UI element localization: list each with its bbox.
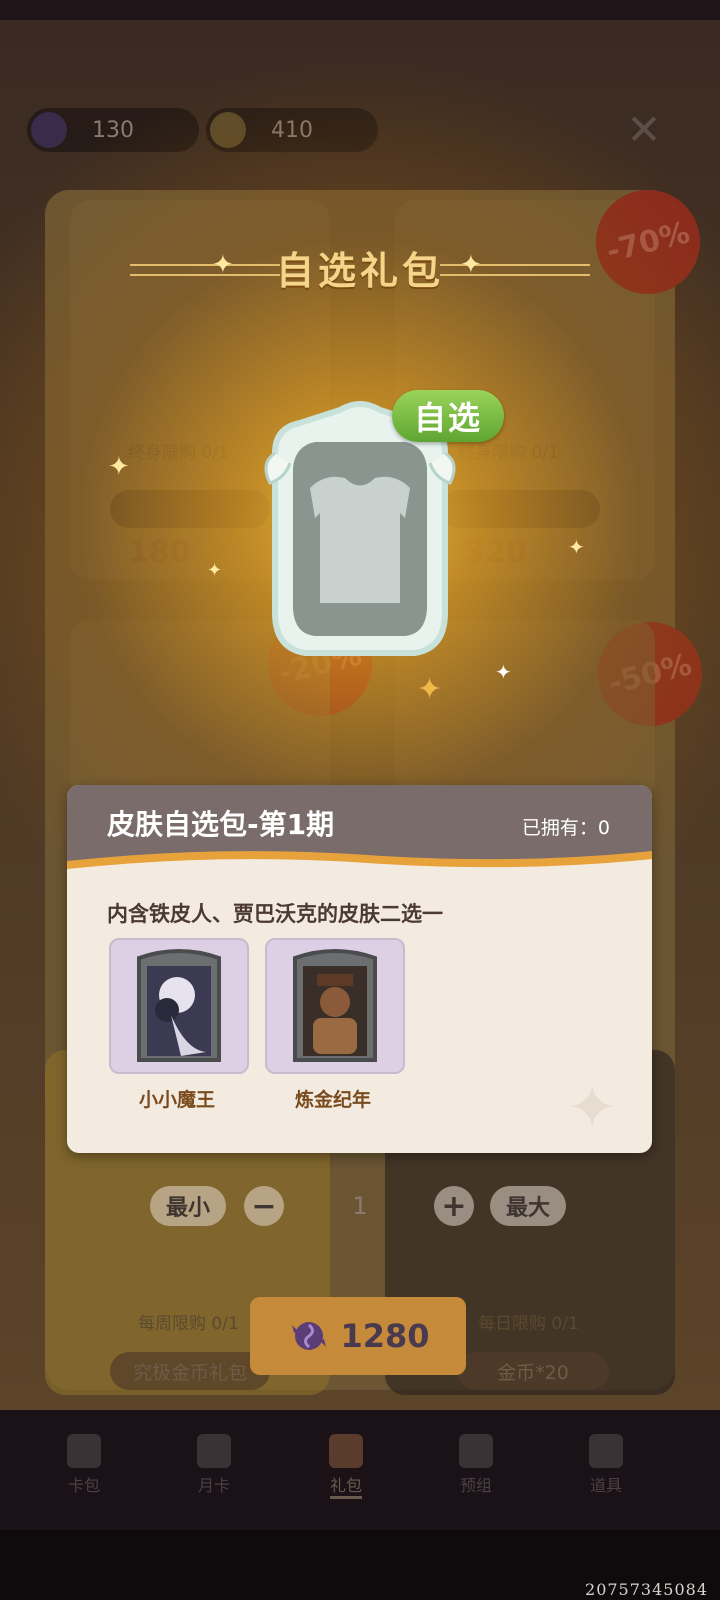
- nav-label: 预组: [459, 1476, 492, 1495]
- min-quantity-button[interactable]: 最小: [150, 1186, 226, 1226]
- gold-amount: 410: [271, 117, 313, 143]
- sparkle-icon: ✦: [495, 660, 512, 684]
- candy-currency-display: 130: [27, 108, 199, 152]
- nav-item-monthly-card[interactable]: 月卡: [164, 1422, 264, 1522]
- candy-currency-icon: [31, 112, 67, 148]
- nav-item-deck[interactable]: 预组: [426, 1422, 526, 1522]
- deck-icon: [459, 1434, 493, 1468]
- sparkle-icon: ✦: [207, 560, 223, 581]
- gift-icon: [329, 1434, 363, 1468]
- monthly-card-icon: [197, 1434, 231, 1468]
- shop-screen: 130 410 ✕ 终身限购 0/1 终身限购 0/1 180 320 -70%…: [0, 0, 720, 1600]
- skin-name: 小小魔王: [138, 1089, 215, 1111]
- card-limit: 终身限购 0/1: [128, 443, 229, 463]
- buy-price: 1280: [340, 1317, 430, 1355]
- owned-count: 已拥有：0: [521, 817, 610, 839]
- nav-label: 道具: [589, 1476, 622, 1495]
- card-limit: 每日限购 0/1: [478, 1314, 579, 1334]
- popup-title: 自选礼包: [275, 249, 444, 293]
- max-quantity-button[interactable]: 最大: [490, 1186, 566, 1226]
- pack-description: 内含铁皮人、贾巴沃克的皮肤二选一: [107, 902, 443, 926]
- nav-label: 礼包: [329, 1472, 362, 1499]
- nav-item-items[interactable]: 道具: [556, 1422, 656, 1522]
- demon-character-portrait: [137, 949, 221, 1062]
- candy-currency-icon: [292, 1322, 327, 1350]
- footer-id: 20757345084: [585, 1580, 708, 1599]
- card-price: 320: [464, 535, 527, 570]
- item-icon: [589, 1434, 623, 1468]
- nav-item-gift[interactable]: 礼包: [296, 1422, 396, 1522]
- pack-name: 皮肤自选包-第1期: [107, 808, 335, 841]
- card-name: 金币*20: [457, 1352, 609, 1390]
- skin-name: 炼金纪年: [294, 1089, 371, 1111]
- card-name: [110, 490, 270, 528]
- pack-info-card: 皮肤自选包-第1期 已拥有：0 内含铁皮人、贾巴沃克的皮肤二选一 小小魔王 炼金…: [67, 785, 652, 1153]
- sparkle-icon: ✦: [568, 535, 585, 559]
- quantity-value: 1: [352, 1192, 368, 1220]
- select-badge: 自选: [392, 390, 504, 442]
- gold-coin-icon: [210, 112, 246, 148]
- close-button[interactable]: ✕: [624, 109, 664, 151]
- sparkle-icon: ✦: [417, 672, 443, 707]
- card-name: 究极金币礼包: [110, 1352, 270, 1390]
- buy-button[interactable]: 1280: [250, 1297, 466, 1375]
- skin-option-card[interactable]: [265, 938, 405, 1074]
- card-limit: 每周限购 0/1: [138, 1314, 239, 1334]
- skin-option-card[interactable]: [109, 938, 249, 1074]
- sparkle-icon: ✦: [567, 1073, 618, 1143]
- card-price: 180: [128, 535, 191, 570]
- sparkle-icon: ✦: [108, 452, 130, 482]
- nav-item-card-pack[interactable]: 卡包: [34, 1422, 134, 1522]
- alchemist-character-portrait: [293, 949, 377, 1062]
- nav-label: 月卡: [197, 1476, 230, 1495]
- candy-amount: 130: [92, 117, 134, 143]
- card-pack-icon: [67, 1434, 101, 1468]
- gold-currency-display: 410: [206, 108, 378, 152]
- nav-label: 卡包: [67, 1476, 100, 1495]
- increase-button[interactable]: +: [434, 1186, 474, 1226]
- header-wave: [67, 851, 652, 885]
- decrease-button[interactable]: −: [244, 1186, 284, 1226]
